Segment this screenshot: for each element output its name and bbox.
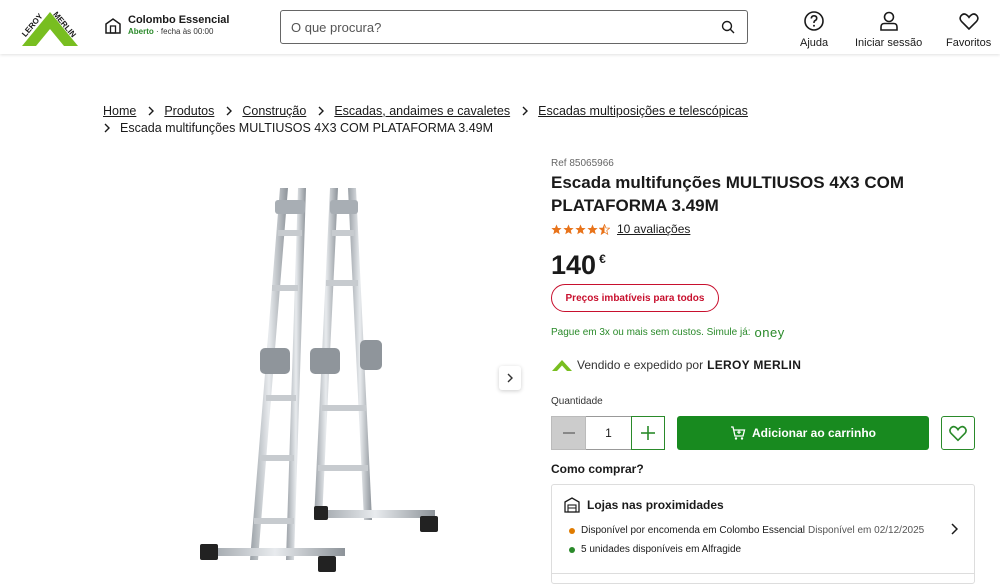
add-to-cart-label: Adicionar ao carrinho bbox=[751, 426, 877, 440]
store-availability-panel[interactable]: Lojas nas proximidades Disponível por en… bbox=[551, 484, 975, 584]
quantity-decrease-button[interactable] bbox=[551, 416, 586, 450]
store-selector[interactable]: Colombo Essencial Aberto · fecha às 00:0… bbox=[104, 14, 229, 37]
availability-status: 5 unidades disponíveis em Alfragide bbox=[581, 544, 742, 555]
quantity-increase-button[interactable] bbox=[631, 416, 665, 450]
star-full-icon bbox=[575, 223, 586, 234]
site-header: LEROY MERLIN Colombo Essencial Aberto · … bbox=[0, 0, 1000, 54]
plus-icon bbox=[641, 426, 655, 440]
breadcrumb-construcao[interactable]: Construção bbox=[242, 104, 306, 118]
breadcrumb-home[interactable]: Home bbox=[103, 104, 136, 118]
price-currency: € bbox=[599, 252, 606, 266]
seller-text: Vendido e expedido por bbox=[577, 358, 704, 372]
store-availability-header: Lojas nas proximidades bbox=[564, 497, 724, 513]
heart-icon bbox=[958, 13, 979, 31]
how-to-buy-heading: Como comprar? bbox=[551, 462, 644, 476]
price-value: 140 bbox=[551, 250, 597, 280]
availability-line: Disponível por encomenda em Colombo Esse… bbox=[569, 525, 924, 536]
availability-line: 5 unidades disponíveis em Alfragide bbox=[569, 544, 741, 555]
chevron-right-icon bbox=[148, 106, 155, 115]
breadcrumb: Home Produtos Construção Escadas, andaim… bbox=[103, 102, 903, 136]
product-image-ladder[interactable] bbox=[190, 180, 450, 580]
product-rating: 10 avaliações bbox=[551, 222, 690, 236]
breadcrumb-current: Escada multifunções MULTIUSOS 4X3 COM PL… bbox=[120, 120, 494, 135]
star-half-icon bbox=[599, 223, 610, 235]
add-to-favorites-button[interactable] bbox=[941, 416, 975, 450]
star-full-icon bbox=[551, 223, 562, 234]
help-label: Ajuda bbox=[800, 37, 829, 49]
image-next-button[interactable] bbox=[499, 366, 521, 390]
availability-date: Disponível em 02/12/2025 bbox=[808, 525, 925, 536]
product-title: Escada multifunções MULTIUSOS 4X3 COM PL… bbox=[551, 173, 904, 215]
quantity-label: Quantidade bbox=[551, 396, 603, 407]
login-label: Iniciar sessão bbox=[855, 37, 923, 49]
installment-text: Pague em 3x ou mais sem custos. Simule j… bbox=[551, 327, 751, 338]
chevron-right-icon bbox=[522, 106, 529, 115]
heart-icon bbox=[949, 425, 967, 442]
chevron-right-icon bbox=[104, 123, 110, 132]
search-bar bbox=[280, 10, 748, 44]
store-icon bbox=[564, 497, 580, 513]
help-icon bbox=[804, 11, 824, 31]
search-icon[interactable] bbox=[721, 20, 735, 34]
status-dot-orange bbox=[569, 527, 575, 534]
favorites-button[interactable]: Favoritos bbox=[946, 10, 991, 49]
seller-name: LEROY MERLIN bbox=[707, 358, 802, 372]
breadcrumb-escadas-multiposicoes[interactable]: Escadas multiposições e telescópicas bbox=[538, 104, 748, 118]
minus-icon bbox=[562, 432, 575, 434]
divider bbox=[552, 573, 974, 574]
cart-add-icon bbox=[730, 426, 746, 440]
search-input[interactable] bbox=[281, 11, 721, 43]
store-hours: · fecha às 00:00 bbox=[156, 27, 214, 36]
leroy-merlin-mini-logo bbox=[552, 360, 572, 371]
seller-info: Vendido e expedido por LEROY MERLIN bbox=[551, 358, 801, 372]
star-full-icon bbox=[563, 223, 574, 234]
quantity-input[interactable]: 1 bbox=[586, 416, 631, 450]
breadcrumb-escadas[interactable]: Escadas, andaimes e cavaletes bbox=[334, 104, 510, 118]
promo-badge: Preços imbatíveis para todos bbox=[551, 284, 719, 312]
help-button[interactable]: Ajuda bbox=[800, 10, 828, 49]
user-icon bbox=[879, 11, 898, 31]
store-open-label: Aberto bbox=[128, 27, 154, 36]
chevron-right-icon bbox=[318, 106, 325, 115]
store-name: Colombo Essencial bbox=[128, 14, 230, 26]
store-status: Aberto · fecha às 00:00 bbox=[128, 27, 229, 37]
chevron-right-icon bbox=[507, 373, 513, 383]
chevron-right-icon bbox=[226, 106, 233, 115]
product-price: 140 € bbox=[551, 250, 606, 281]
quantity-stepper: 1 bbox=[551, 416, 665, 450]
rating-stars bbox=[551, 223, 611, 235]
favorites-label: Favoritos bbox=[946, 37, 992, 49]
chevron-right-icon[interactable] bbox=[950, 523, 958, 535]
store-icon bbox=[105, 17, 121, 34]
installment-info[interactable]: Pague em 3x ou mais sem custos. Simule j… bbox=[551, 325, 785, 340]
product-ref: Ref 85065966 bbox=[551, 158, 614, 169]
add-to-cart-button[interactable]: Adicionar ao carrinho bbox=[677, 416, 929, 450]
leroy-merlin-logo[interactable]: LEROY MERLIN bbox=[18, 6, 82, 48]
login-button[interactable]: Iniciar sessão bbox=[855, 10, 922, 49]
reviews-link[interactable]: 10 avaliações bbox=[617, 222, 690, 236]
breadcrumb-produtos[interactable]: Produtos bbox=[164, 104, 214, 118]
star-full-icon bbox=[587, 223, 598, 234]
store-availability-title: Lojas nas proximidades bbox=[587, 498, 724, 512]
oney-logo: oney bbox=[754, 325, 785, 340]
status-dot-green bbox=[569, 546, 575, 553]
availability-status: Disponível por encomenda em Colombo Esse… bbox=[581, 525, 806, 536]
